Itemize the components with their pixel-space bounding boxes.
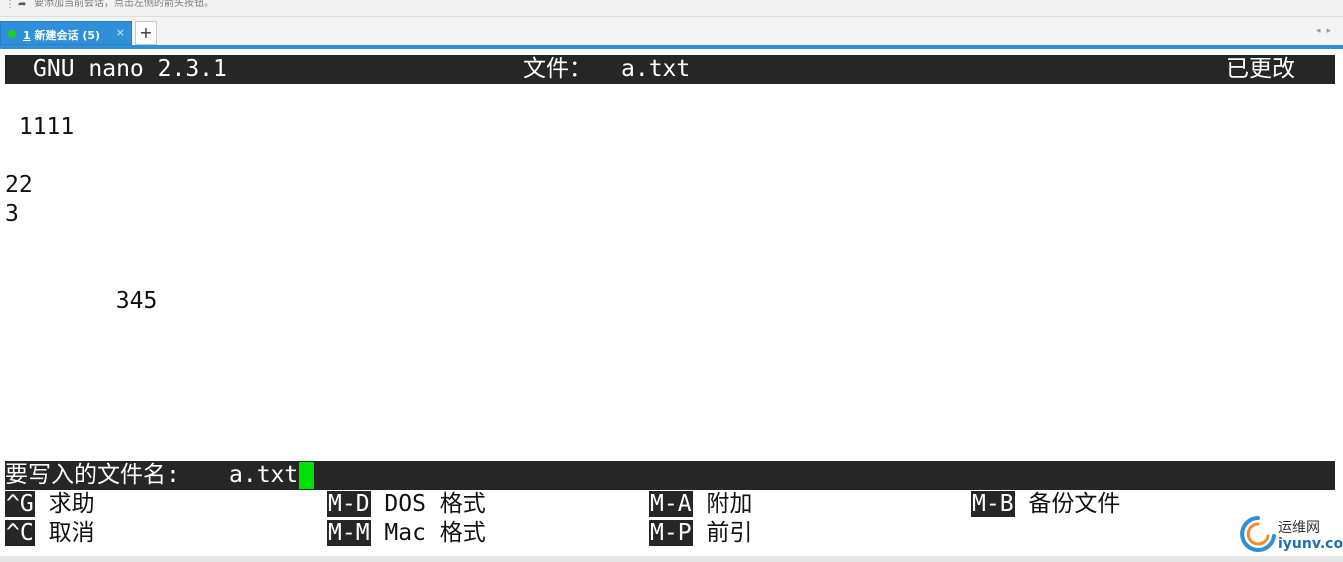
new-tab-button[interactable]: +: [135, 21, 157, 45]
arrow-icon[interactable]: ➦: [18, 0, 26, 10]
shortcut-key: M-M: [327, 520, 371, 546]
shortcut-key: ^G: [5, 491, 35, 517]
tab-underline: [0, 45, 1343, 49]
nano-version: GNU nano 2.3.1: [33, 56, 227, 82]
shortcut-label: 求助: [48, 491, 95, 517]
status-dot-icon: [8, 30, 16, 38]
content-line: 22: [5, 172, 33, 198]
watermark-logo: 运维网 iyunv.com: [1238, 514, 1343, 554]
watermark-cn: 运维网: [1278, 520, 1320, 536]
watermark-en: iyunv.com: [1278, 536, 1343, 552]
terminal-area[interactable]: GNU nano 2.3.1 文件： a.txt 已更改 1111 22 3 3…: [5, 53, 1335, 550]
tab-bar: 1 新建会话 (5) × + ◂▸: [0, 17, 1343, 45]
shortcut-dos-format[interactable]: M-D DOS 格式: [327, 490, 486, 519]
shortcut-label: 附加: [706, 491, 753, 517]
shortcut-label: DOS 格式: [384, 491, 486, 517]
file-name: a.txt: [621, 56, 691, 82]
tab-title: 新建会话 (5): [34, 29, 101, 42]
shortcut-key: M-B: [971, 491, 1015, 517]
shortcut-backup[interactable]: M-B 备份文件: [971, 490, 1120, 519]
content-line: 1111: [5, 114, 75, 140]
prompt-label: 要写入的文件名:: [5, 462, 194, 488]
prompt-input[interactable]: a.txt: [229, 461, 298, 490]
text-cursor: [299, 462, 314, 489]
shortcut-prepend[interactable]: M-P 前引: [649, 519, 752, 548]
tab-scroll-arrows-icon[interactable]: ◂▸: [1316, 26, 1337, 36]
shortcut-label: 取消: [48, 520, 95, 546]
tab-number: 1: [23, 29, 31, 42]
shortcut-append[interactable]: M-A 附加: [649, 490, 752, 519]
shortcut-label: Mac 格式: [384, 520, 486, 546]
tab-label: 1 新建会话 (5): [23, 27, 100, 43]
shortcut-label: 备份文件: [1028, 491, 1121, 517]
shortcut-key: M-A: [649, 491, 693, 517]
filename-prompt[interactable]: 要写入的文件名: a.txt: [5, 461, 1335, 490]
tab-session-1[interactable]: 1 新建会话 (5) ×: [0, 21, 132, 45]
session-hint-text: 要添加当前会话，点击左侧的箭头按钮。: [34, 0, 214, 9]
content-line: 3: [5, 201, 19, 227]
shortcut-mac-format[interactable]: M-M Mac 格式: [327, 519, 486, 548]
shortcut-label: 前引: [706, 520, 753, 546]
shortcut-key: ^C: [5, 520, 35, 546]
shortcut-cancel[interactable]: ^C 取消: [5, 519, 95, 548]
close-icon[interactable]: ×: [116, 26, 125, 39]
nano-title-bar: GNU nano 2.3.1 文件： a.txt 已更改: [5, 55, 1335, 84]
content-line: 345: [5, 288, 158, 314]
shortcut-help[interactable]: ^G 求助: [5, 490, 95, 519]
bottom-scroll-bar[interactable]: [0, 556, 1343, 562]
grip-icon: ⋮: [5, 0, 15, 10]
shortcut-key: M-P: [649, 520, 693, 546]
modified-status: 已更改: [1226, 56, 1295, 82]
watermark-swirl-icon: [1240, 516, 1276, 552]
session-hint-bar: ⋮ ➦ 要添加当前会话，点击左侧的箭头按钮。: [0, 0, 1343, 17]
file-label: 文件：: [523, 56, 592, 82]
shortcut-key: M-D: [327, 491, 371, 517]
